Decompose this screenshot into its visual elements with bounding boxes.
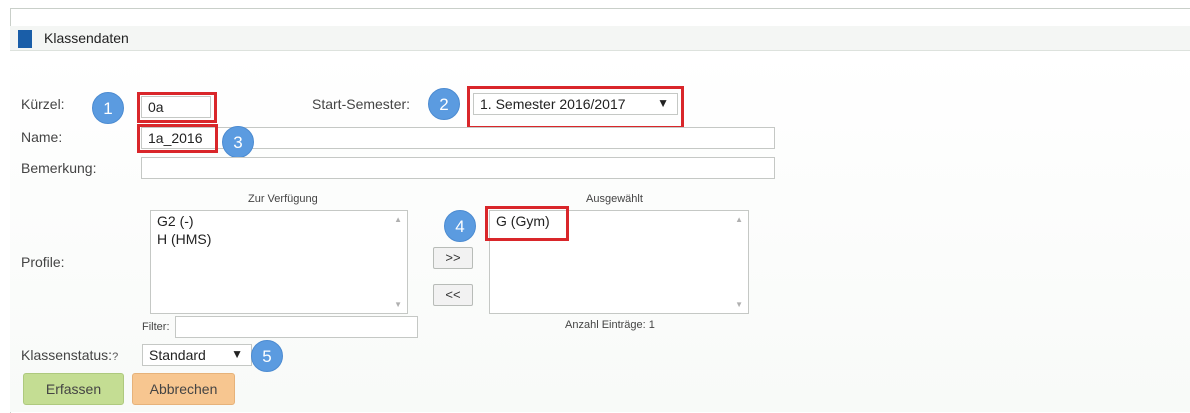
caret-down-icon: ▼: [231, 347, 243, 361]
panel-title: Klassendaten: [44, 30, 129, 46]
annotation-badge-1: 1: [92, 92, 124, 124]
help-icon[interactable]: ?: [112, 351, 118, 363]
available-title: Zur Verfügung: [248, 193, 318, 205]
filter-label: Filter:: [142, 321, 170, 333]
klassenstatus-label: Klassenstatus:?: [21, 347, 118, 363]
filter-input[interactable]: [175, 316, 418, 338]
list-item[interactable]: H (HMS): [157, 231, 211, 247]
start-semester-label: Start-Semester:: [312, 96, 411, 112]
scroll-up-icon[interactable]: ▲: [394, 215, 402, 224]
highlight-kuerzel: [137, 92, 217, 123]
available-profiles-list[interactable]: G2 (-) H (HMS) ▲ ▼: [150, 210, 408, 314]
selected-title: Ausgewählt: [586, 193, 643, 205]
scroll-up-icon[interactable]: ▲: [735, 215, 743, 224]
scroll-down-icon[interactable]: ▼: [735, 300, 743, 309]
panel-header: Klassendaten: [10, 26, 1190, 51]
scrollbar[interactable]: ▲ ▼: [730, 211, 748, 313]
erfassen-button[interactable]: Erfassen: [23, 373, 124, 405]
profile-label: Profile:: [21, 254, 65, 270]
annotation-badge-4: 4: [444, 210, 476, 242]
highlight-selected-profile: [485, 206, 569, 241]
add-profile-button[interactable]: >>: [433, 247, 473, 269]
kuerzel-label: Kürzel:: [21, 96, 65, 112]
annotation-badge-5: 5: [251, 340, 283, 372]
annotation-badge-2: 2: [428, 88, 460, 120]
remove-profile-button[interactable]: <<: [433, 284, 473, 306]
name-label: Name:: [21, 129, 63, 145]
klassenstatus-select[interactable]: Standard ▼: [142, 344, 252, 366]
panel-header-marker: [18, 30, 32, 48]
klassenstatus-value: Standard: [149, 347, 206, 363]
bemerkung-input[interactable]: [141, 157, 775, 179]
entry-count: Anzahl Einträge: 1: [565, 319, 655, 331]
highlight-name: [137, 124, 218, 153]
scrollbar[interactable]: ▲ ▼: [389, 211, 407, 313]
highlight-start-semester: [467, 86, 684, 129]
list-item[interactable]: G2 (-): [157, 213, 194, 229]
annotation-badge-3: 3: [222, 126, 254, 158]
scroll-down-icon[interactable]: ▼: [394, 300, 402, 309]
abbrechen-button[interactable]: Abbrechen: [132, 373, 235, 405]
klassenstatus-label-text: Klassenstatus:: [21, 347, 113, 363]
bemerkung-label: Bemerkung:: [21, 160, 97, 176]
